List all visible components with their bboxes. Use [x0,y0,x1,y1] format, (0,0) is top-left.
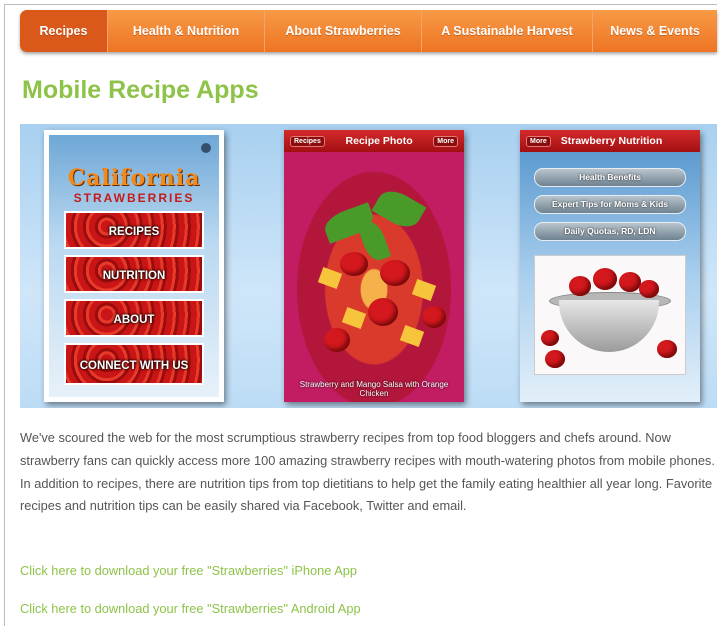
logo-subtitle: STRAWBERRIES [73,191,195,205]
nutrition-screen: Health Benefits Expert Tips for Moms & K… [520,152,700,402]
info-icon [201,143,211,153]
app-recipe-photo-screenshot: Recipes Recipe Photo More Strawberry and… [284,130,464,402]
app-expert-tips-button: Expert Tips for Moms & Kids [534,195,686,214]
california-strawberries-logo: California STRAWBERRIES [49,165,219,205]
app-description: We've scoured the web for the most scrum… [20,430,715,514]
strawberry-colander-photo [534,255,686,375]
app-health-benefits-button: Health Benefits [534,168,686,187]
app-screen-title: Recipe Photo [345,135,413,147]
logo-wordmark: California [67,165,201,191]
app-home-screenshot: California STRAWBERRIES RECIPES NUTRITIO… [44,130,224,402]
nav-health-nutrition[interactable]: Health & Nutrition [108,10,265,52]
photo-caption: Strawberry and Mango Salsa with Orange C… [299,380,449,398]
nav-news-events[interactable]: News & Events [593,10,717,52]
android-app-download-link[interactable]: Click here to download your free "Strawb… [20,601,361,616]
app-title-bar: More Strawberry Nutrition [520,130,700,152]
app-daily-quotas-button: Daily Quotas, RD, LDN [534,222,686,241]
app-about-button: ABOUT [64,299,204,337]
nav-about-strawberries[interactable]: About Strawberries [265,10,422,52]
app-more-button: More [433,135,458,147]
app-back-button: Recipes [290,135,325,147]
main-nav: Recipes Health & Nutrition About Strawbe… [20,10,717,52]
app-connect-button: CONNECT WITH US [64,343,204,385]
strawberry-salsa-photo: Strawberry and Mango Salsa with Orange C… [284,152,464,402]
iphone-app-download-link[interactable]: Click here to download your free "Strawb… [20,563,357,578]
app-recipes-button: RECIPES [64,211,204,249]
nav-recipes[interactable]: Recipes [20,10,108,52]
app-nutrition-screenshot: More Strawberry Nutrition Health Benefit… [520,130,700,402]
home-screen: California STRAWBERRIES RECIPES NUTRITIO… [49,135,219,397]
app-back-button: More [526,135,551,147]
app-screenshots-banner: California STRAWBERRIES RECIPES NUTRITIO… [20,124,717,408]
page-title: Mobile Recipe Apps [22,76,259,104]
app-screen-title: Strawberry Nutrition [560,135,663,147]
app-title-bar: Recipes Recipe Photo More [284,130,464,152]
app-nutrition-button: NUTRITION [64,255,204,293]
nav-sustainable-harvest[interactable]: A Sustainable Harvest [422,10,593,52]
